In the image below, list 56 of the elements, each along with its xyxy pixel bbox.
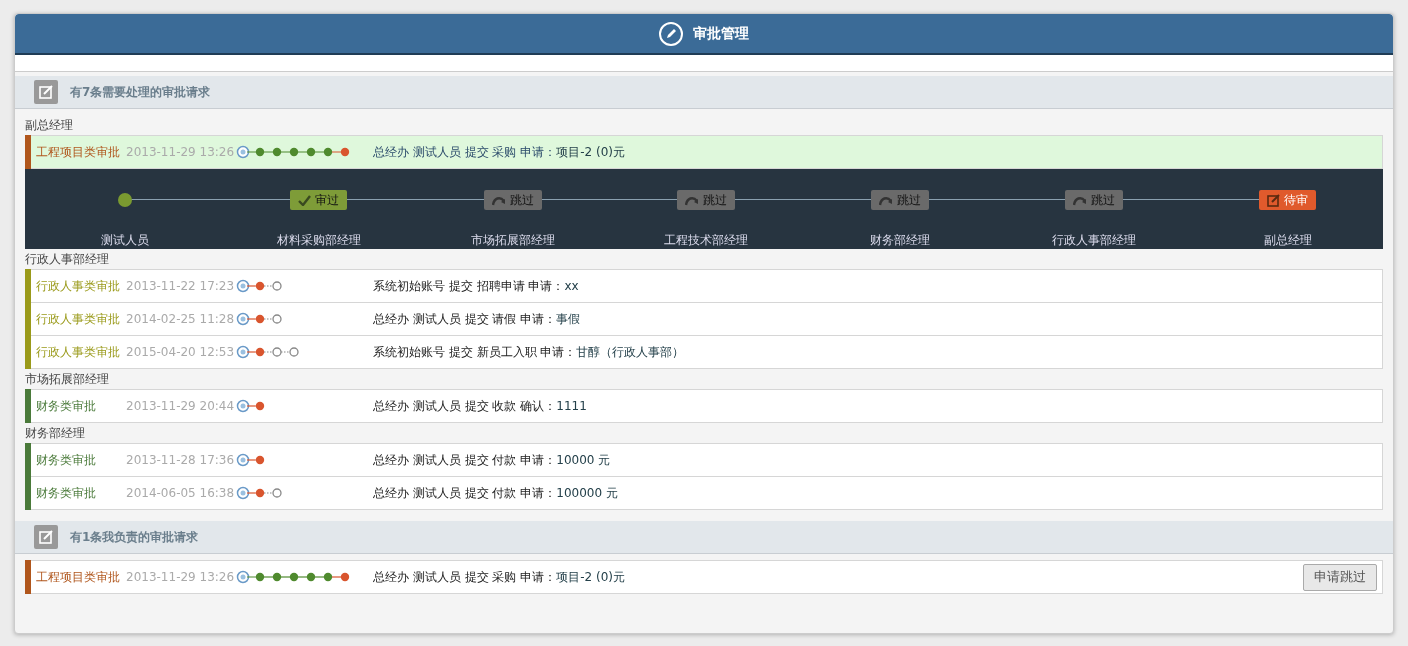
approver-name: 市场拓展部经理	[470, 232, 555, 249]
approver-name: 行政人事部经理	[1052, 232, 1137, 249]
edit-icon	[34, 80, 58, 104]
timestamp: 2013-11-29 13:26	[126, 570, 236, 584]
flow-status-badge: 审过	[290, 190, 348, 210]
timestamp: 2013-11-29 20:44	[126, 399, 236, 413]
request-description: 总经办 测试人员 提交 请假 申请：事假	[373, 310, 581, 328]
approver-name: 测试人员	[101, 232, 149, 249]
timestamp: 2013-11-22 17:23	[126, 279, 236, 293]
request-row[interactable]: 工程项目类审批 2013-11-29 13:26 总经办 测试人员 提交 采购 申请：项目-2 (0)元 申请跳过	[25, 560, 1383, 594]
timestamp: 2015-04-20 12:53	[126, 345, 236, 359]
section-title: 有7条需要处理的审批请求	[70, 83, 211, 101]
category-label: 行政人事类审批	[36, 277, 121, 295]
panel-title: 审批管理	[693, 24, 749, 43]
approver-name: 材料采购部经理	[276, 232, 361, 249]
request-row[interactable]: 工程项目类审批 2013-11-29 13:26 总经办 测试人员 提交 采购 申请：项目-2 (0)元	[25, 135, 1383, 169]
request-description: 总经办 测试人员 提交 采购 申请：项目-2 (0)元	[373, 143, 626, 161]
timestamp: 2014-06-05 16:38	[126, 486, 236, 500]
approver-name: 工程技术部经理	[664, 232, 749, 249]
timestamp: 2013-11-28 17:36	[126, 453, 236, 467]
request-description: 系统初始账号 提交 新员工入职 申请：甘醇（行政人事部）	[373, 343, 685, 361]
timestamp: 2013-11-29 13:26	[126, 145, 236, 159]
request-description: 系统初始账号 提交 招聘申请 申请：xx	[373, 277, 579, 295]
request-description: 总经办 测试人员 提交 收款 确认：1111	[373, 397, 587, 415]
category-label: 财务类审批	[36, 484, 97, 502]
request-row[interactable]: 财务类审批 2013-11-29 20:44 总经办 测试人员 提交 收款 确认：1111	[25, 389, 1383, 423]
section-title: 有1条我负责的审批请求	[70, 528, 199, 546]
request-row[interactable]: 行政人事类审批 2015-04-20 12:53 系统初始账号 提交 新员工入职 申请：甘醇（行政人事部）	[25, 335, 1383, 369]
request-description: 总经办 测试人员 提交 付款 申请：10000 元	[373, 451, 611, 469]
edit-icon	[34, 525, 58, 549]
flow-status-badge: 待审	[1259, 190, 1317, 210]
request-row[interactable]: 行政人事类审批 2013-11-22 17:23 系统初始账号 提交 招聘申请 申请：xx	[25, 269, 1383, 303]
request-skip-button[interactable]: 申请跳过	[1303, 563, 1377, 591]
request-row[interactable]: 财务类审批 2013-11-28 17:36 总经办 测试人员 提交 付款 申请：10000 元	[25, 443, 1383, 477]
request-description: 总经办 测试人员 提交 采购 申请：项目-2 (0)元	[373, 568, 626, 586]
pencil-icon	[659, 21, 683, 46]
group-label: 行政人事部经理	[25, 251, 110, 268]
flow-status-badge: 跳过	[677, 190, 736, 210]
category-label: 工程项目类审批	[36, 568, 121, 586]
flow-status-badge: 跳过	[1065, 190, 1124, 210]
flow-status-badge: 跳过	[871, 190, 930, 210]
category-label: 行政人事类审批	[36, 343, 121, 361]
category-label: 工程项目类审批	[36, 143, 121, 161]
approver-name: 财务部经理	[870, 232, 931, 249]
request-description: 总经办 测试人员 提交 付款 申请：100000 元	[373, 484, 618, 502]
approver-name: 副总经理	[1263, 232, 1312, 249]
category-label: 财务类审批	[36, 397, 97, 415]
request-row[interactable]: 行政人事类审批 2014-02-25 11:28 总经办 测试人员 提交 请假 申请：事假	[25, 302, 1383, 336]
request-row[interactable]: 财务类审批 2014-06-05 16:38 总经办 测试人员 提交 付款 申请：100000 元	[25, 476, 1383, 510]
group-label: 副总经理	[25, 117, 74, 134]
category-label: 财务类审批	[36, 451, 97, 469]
category-label: 行政人事类审批	[36, 310, 121, 328]
flow-status-badge: 跳过	[483, 190, 542, 210]
timestamp: 2014-02-25 11:28	[126, 312, 236, 326]
group-label: 财务部经理	[25, 425, 86, 442]
group-label: 市场拓展部经理	[25, 371, 110, 388]
